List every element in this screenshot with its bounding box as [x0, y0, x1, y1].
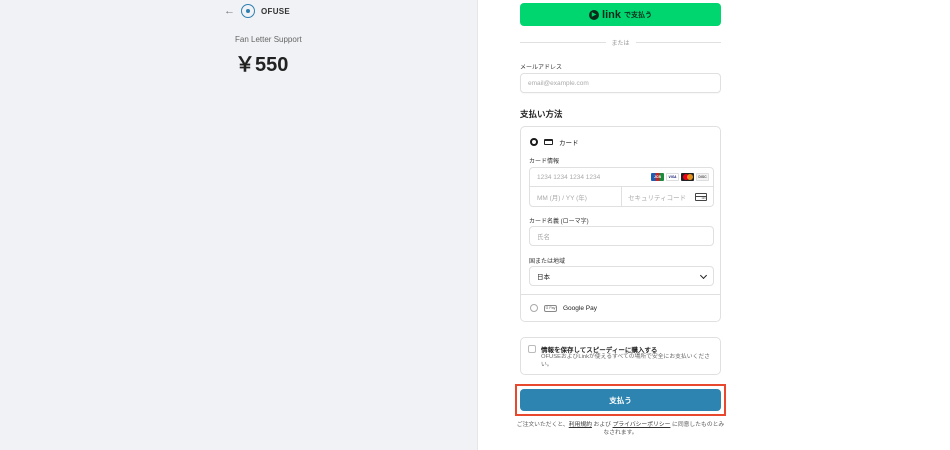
save-info-checkbox[interactable] — [528, 345, 536, 353]
jcb-icon: JCB — [651, 173, 664, 181]
email-label: メールアドレス — [520, 65, 563, 71]
card-info-group: 1234 1234 1234 1234 JCB VISA DISC MM (月)… — [529, 167, 714, 207]
card-brand-icons: JCB VISA DISC — [651, 173, 709, 181]
legal-notice: ご注文いただくと、利用規約 および プライバシーポリシー に同意したものとみなさ… — [514, 421, 727, 437]
card-expiry-input[interactable]: MM (月) / YY (年) — [530, 187, 622, 206]
cardholder-name-input[interactable]: 氏名 — [529, 226, 714, 246]
mastercard-icon — [681, 173, 694, 181]
cardholder-name-label: カード名義 (ローマ字) — [529, 219, 589, 225]
country-select[interactable]: 日本 — [529, 266, 714, 286]
option-separator — [521, 294, 720, 295]
discover-icon: DISC — [696, 173, 709, 181]
ofuse-logo-icon — [241, 4, 255, 18]
card-info-label: カード情報 — [529, 159, 560, 165]
google-pay-icon: G Pay — [544, 304, 557, 312]
payment-method-box: カード カード情報 1234 1234 1234 1234 JCB VISA D… — [520, 126, 721, 322]
chevron-down-icon — [699, 271, 708, 280]
legal-prefix: ご注文いただくと、 — [516, 422, 569, 428]
terms-link[interactable]: 利用規約 — [569, 422, 592, 428]
order-summary-panel: ← OFUSE Fan Letter Support ￥550 — [0, 0, 478, 450]
card-option[interactable]: カード — [530, 137, 579, 147]
or-divider-text: または — [611, 41, 630, 47]
card-radio[interactable] — [530, 138, 538, 146]
country-select-value: 日本 — [537, 274, 550, 281]
link-wordmark: link — [602, 8, 621, 21]
save-info-description: OFUSEおよびLinkが使えるすべての場所で安全にお支払いください。 — [541, 354, 710, 368]
card-option-label: カード — [559, 140, 579, 147]
email-input[interactable]: email@example.com — [520, 73, 721, 93]
card-cvc-input[interactable]: セキュリティコード 123 — [622, 187, 713, 206]
product-name: Fan Letter Support — [235, 35, 302, 44]
google-pay-option[interactable]: G Pay Google Pay — [530, 304, 597, 312]
link-pay-button[interactable]: ▶ link で支払う — [520, 3, 721, 26]
checkout-form-panel: ▶ link で支払う または メールアドレス email@example.co… — [478, 0, 950, 450]
card-cvc-placeholder: セキュリティコード — [628, 194, 687, 202]
credit-card-icon — [544, 139, 553, 145]
google-pay-label: Google Pay — [563, 304, 597, 312]
cvc-card-icon: 123 — [695, 193, 707, 201]
link-button-suffix: で支払う — [623, 11, 652, 19]
save-info-box: 情報を保存してスピーディーに購入する OFUSEおよびLinkが使えるすべての場… — [520, 337, 721, 375]
legal-and: および — [591, 422, 613, 428]
merchant-header[interactable]: ← OFUSE — [224, 4, 290, 18]
country-label: 国または地域 — [529, 259, 566, 265]
pay-button[interactable]: 支払う — [520, 389, 721, 411]
product-price: ￥550 — [235, 54, 289, 76]
back-arrow-icon[interactable]: ← — [224, 5, 235, 17]
visa-icon: VISA — [666, 173, 679, 181]
google-pay-radio[interactable] — [530, 304, 538, 312]
or-divider: または — [520, 38, 722, 47]
privacy-policy-link[interactable]: プライバシーポリシー — [613, 422, 671, 428]
link-logo-icon: ▶ — [589, 9, 600, 20]
payment-method-title: 支払い方法 — [520, 109, 563, 119]
merchant-name: OFUSE — [261, 6, 291, 16]
save-info-title: 情報を保存してスピーディーに購入する — [541, 347, 658, 354]
